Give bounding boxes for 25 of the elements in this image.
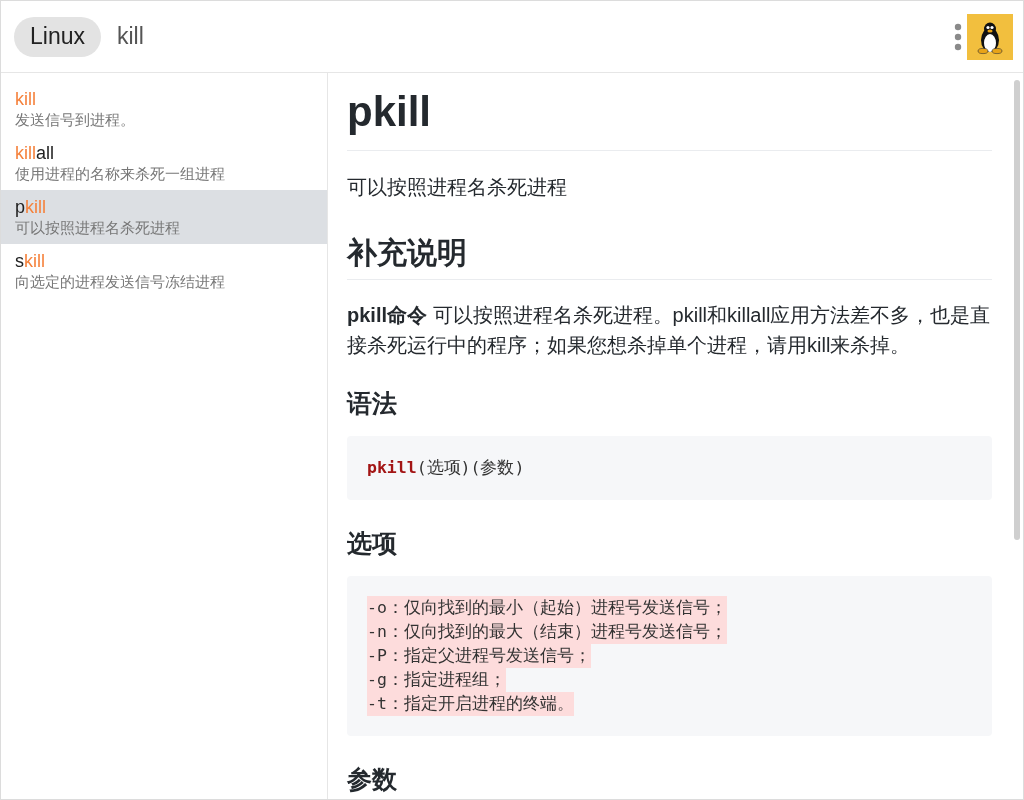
command-list-item[interactable]: kill 发送信号到进程。 [1,82,327,136]
command-name: skill [15,250,46,272]
command-description: 可以按照进程名杀死进程 [15,218,181,238]
code-line: pkill(选项)(参数) [367,457,525,479]
subsection-heading: 语法 [347,388,398,418]
subsection-heading: 选项 [347,528,398,558]
command-list-item[interactable]: killall 使用进程的名称来杀死一组进程 [1,136,327,190]
command-description: 使用进程的名称来杀死一组进程 [15,164,226,184]
penguin-icon[interactable] [967,13,1013,60]
section-heading: 补充说明 [347,236,992,280]
command-name: kill [15,88,37,110]
scrollbar-thumb[interactable] [1014,80,1020,540]
command-description: 发送信号到进程。 [15,110,136,130]
search-field[interactable]: kill [117,23,153,50]
description-paragraph: pkill命令 可以按照进程名杀死进程。pkill和killall应用方法差不多，也是直接杀死运行中的程序；如果您想杀掉单个进程，请用kill来杀掉。 [347,303,992,358]
command-list-item[interactable]: pkill 可以按照进程名杀死进程 [1,190,327,244]
command-name: killall [15,142,55,164]
subsection-heading: 参数 [347,764,398,794]
command-description: 向选定的进程发送信号冻结进程 [15,272,226,292]
page-title: pkill [347,87,992,151]
category-chip[interactable]: Linux [14,16,101,57]
command-list-item[interactable]: skill 向选定的进程发送信号冻结进程 [1,244,327,298]
command-name: pkill [15,196,47,218]
more-icon[interactable] [954,22,962,51]
summary-text: 可以按照进程名杀死进程 [347,175,568,200]
